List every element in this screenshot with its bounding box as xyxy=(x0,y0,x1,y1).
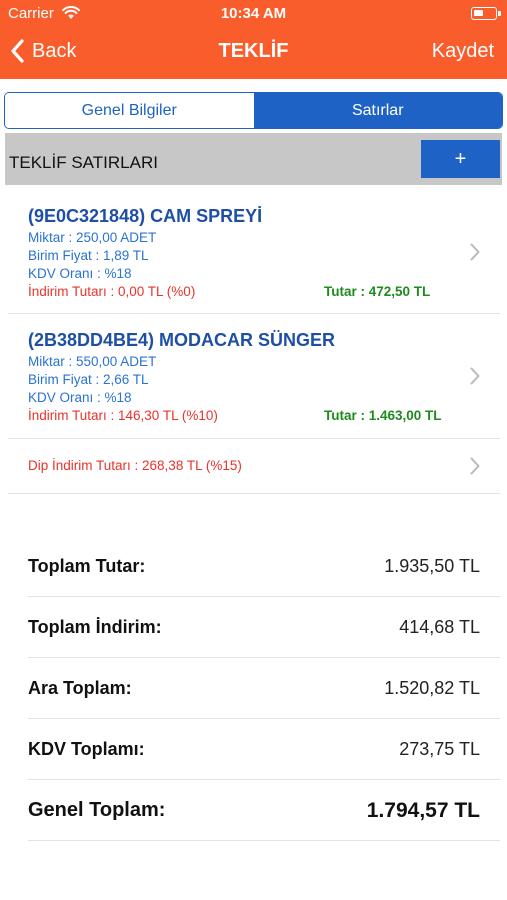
summary-row-total: Toplam Tutar: 1.935,50 TL xyxy=(28,536,500,597)
summary-row-discount: Toplam İndirim: 414,68 TL xyxy=(28,597,500,658)
summary-row-grand-total: Genel Toplam: 1.794,57 TL xyxy=(28,780,500,841)
line-item-quantity: Miktar : 550,00 ADET xyxy=(28,354,157,369)
bottom-discount-label: Dip İndirim Tutarı : 268,38 TL (%15) xyxy=(28,458,242,473)
battery-icon xyxy=(471,7,501,20)
line-item-unit-price: Birim Fiyat : 2,66 TL xyxy=(28,372,149,387)
summary-label: Genel Toplam: xyxy=(28,799,166,821)
navigation-bar: Carrier 10:34 AM Back TEKLİF Kaydet xyxy=(0,0,507,79)
summary-row-vat: KDV Toplamı: 273,75 TL xyxy=(28,719,500,780)
back-button[interactable]: Back xyxy=(10,36,76,66)
tab-lines[interactable]: Satırlar xyxy=(253,93,502,128)
chevron-left-icon xyxy=(11,39,24,63)
line-item-total: Tutar : 472,50 TL xyxy=(324,284,431,299)
section-header: TEKLİF SATIRLARI + xyxy=(5,133,502,185)
summary-label: Toplam Tutar: xyxy=(28,556,146,576)
summary-row-subtotal: Ara Toplam: 1.520,82 TL xyxy=(28,658,500,719)
line-item-quantity: Miktar : 250,00 ADET xyxy=(28,230,157,245)
chevron-right-icon xyxy=(470,243,480,261)
line-item-total: Tutar : 1.463,00 TL xyxy=(324,408,442,423)
summary-value: 273,75 TL xyxy=(399,739,480,759)
summary-label: Toplam İndirim: xyxy=(28,617,162,637)
summary-value: 414,68 TL xyxy=(399,617,480,637)
line-item-name: (9E0C321848) CAM SPREYİ xyxy=(28,206,263,226)
line-item[interactable]: (2B38DD4BE4) MODACAR SÜNGER Miktar : 550… xyxy=(8,314,500,439)
line-item-discount: İndirim Tutarı : 146,30 TL (%10) xyxy=(28,408,218,423)
summary-label: Ara Toplam: xyxy=(28,678,132,698)
chevron-right-icon xyxy=(470,457,480,475)
bottom-discount-row[interactable]: Dip İndirim Tutarı : 268,38 TL (%15) xyxy=(8,439,500,494)
tab-general-info[interactable]: Genel Bilgiler xyxy=(5,93,254,128)
line-item-discount: İndirim Tutarı : 0,00 TL (%0) xyxy=(28,284,196,299)
line-item-unit-price: Birim Fiyat : 1,89 TL xyxy=(28,248,149,263)
line-item-name: (2B38DD4BE4) MODACAR SÜNGER xyxy=(28,330,336,350)
chevron-right-icon xyxy=(470,367,480,385)
summary-value: 1.520,82 TL xyxy=(384,678,480,698)
line-item-vat: KDV Oranı : %18 xyxy=(28,266,132,281)
summary-value: 1.794,57 TL xyxy=(366,799,480,822)
summary-value: 1.935,50 TL xyxy=(384,556,480,576)
line-item-vat: KDV Oranı : %18 xyxy=(28,390,132,405)
save-button[interactable]: Kaydet xyxy=(432,40,494,63)
status-bar: Carrier 10:34 AM xyxy=(0,0,507,28)
back-label: Back xyxy=(32,39,77,62)
add-line-button[interactable]: + xyxy=(421,140,500,178)
tab-segmented-control: Genel Bilgiler Satırlar xyxy=(4,92,503,129)
status-time: 10:34 AM xyxy=(220,5,287,22)
section-title: TEKLİF SATIRLARI xyxy=(9,153,158,172)
plus-icon: + xyxy=(454,147,467,170)
line-item[interactable]: (9E0C321848) CAM SPREYİ Miktar : 250,00 … xyxy=(8,190,500,314)
summary-label: KDV Toplamı: xyxy=(28,739,145,759)
